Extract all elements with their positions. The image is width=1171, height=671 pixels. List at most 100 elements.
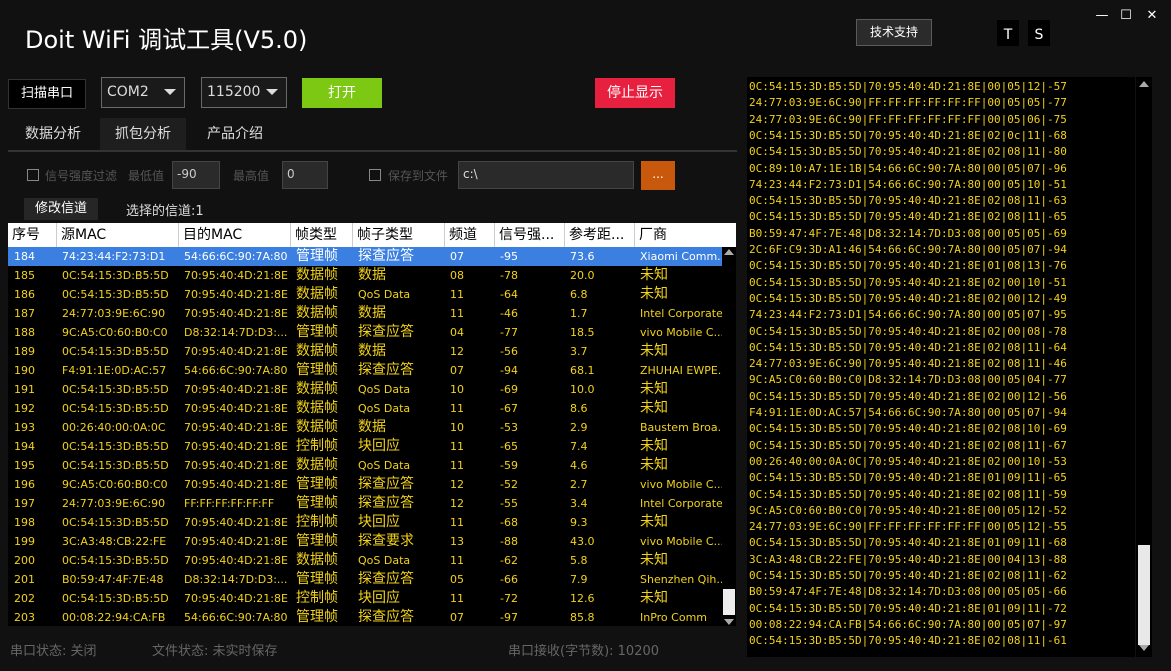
- table-row[interactable]: 194 0C:54:15:3D:B5:5D 70:95:40:4D:21:8E 控制帧…: [8, 437, 722, 456]
- s-button[interactable]: S: [1028, 20, 1050, 46]
- col-frame-type-cell: 数据帧: [296, 267, 338, 283]
- scroll-thumb[interactable]: [723, 589, 735, 615]
- col-frame-subtype-cell: 探查应答: [358, 248, 414, 264]
- scroll-down-icon[interactable]: [724, 619, 734, 625]
- col-frame-type-cell: 数据帧: [296, 343, 338, 359]
- col-channel-cell: 11: [450, 554, 464, 567]
- col-distance-cell: 5.8: [570, 554, 588, 567]
- col-index-cell: 196: [14, 478, 35, 491]
- col-rssi-cell: -46: [500, 307, 518, 320]
- table-row[interactable]: 188 9C:A5:C0:60:B0:C0 D8:32:14:7D:D3:... 管理…: [8, 323, 722, 342]
- col-index-cell: 189: [14, 345, 35, 358]
- col-src-mac-cell: 24:77:03:9E:6C:90: [62, 307, 166, 320]
- tab-product-intro[interactable]: 产品介绍: [192, 118, 278, 150]
- file-status: 文件状态: 未实时保存: [152, 644, 278, 659]
- table-row[interactable]: 191 0C:54:15:3D:B5:5D 70:95:40:4D:21:8E 数据帧…: [8, 380, 722, 399]
- raw-log-panel[interactable]: 0C:54:15:3D:B5:5D|70:95:40:4D:21:8E|00|0…: [747, 77, 1135, 657]
- table-row[interactable]: 190 F4:91:1E:0D:AC:57 54:66:6C:90:7A:80 管理帧…: [8, 361, 722, 380]
- table-row[interactable]: 201 B0:59:47:4F:7E:48 D8:32:14:7D:D3:... 管理…: [8, 570, 722, 589]
- rssi-filter-checkbox[interactable]: [27, 169, 39, 181]
- header-col-distance[interactable]: 参考距...: [564, 223, 634, 247]
- close-icon[interactable]: ✕: [1144, 8, 1160, 24]
- col-channel-cell: 11: [450, 307, 464, 320]
- table-row[interactable]: 189 0C:54:15:3D:B5:5D 70:95:40:4D:21:8E 数据帧…: [8, 342, 722, 361]
- col-frame-type-cell: 数据帧: [296, 400, 338, 416]
- header-col-frame-type[interactable]: 帧类型: [290, 223, 352, 247]
- max-value-input[interactable]: 0: [282, 161, 328, 189]
- header-col-dst-mac[interactable]: 目的MAC: [178, 223, 290, 247]
- col-src-mac-cell: 00:26:40:00:0A:0C: [62, 421, 166, 434]
- col-vendor-cell: 未知: [640, 343, 668, 359]
- table-row[interactable]: 198 0C:54:15:3D:B5:5D 70:95:40:4D:21:8E 控制帧…: [8, 513, 722, 532]
- table-row[interactable]: 203 00:08:22:94:CA:FB 54:66:6C:90:7A:80 管理帧…: [8, 608, 722, 626]
- file-path-input[interactable]: c:\: [458, 161, 634, 189]
- col-dst-mac-cell: 54:66:6C:90:7A:80: [184, 250, 288, 263]
- scroll-down-icon[interactable]: [1139, 645, 1149, 651]
- col-frame-type-cell: 数据帧: [296, 286, 338, 302]
- col-dst-mac-cell: D8:32:14:7D:D3:...: [184, 573, 288, 586]
- open-port-button[interactable]: 打开: [302, 78, 382, 108]
- table-row[interactable]: 195 0C:54:15:3D:B5:5D 70:95:40:4D:21:8E 数据帧…: [8, 456, 722, 475]
- maximize-icon[interactable]: ☐: [1118, 8, 1134, 24]
- header-col-src-mac[interactable]: 源MAC: [56, 223, 178, 247]
- header-col-frame-subtype[interactable]: 帧子类型: [352, 223, 444, 247]
- col-src-mac-cell: 3C:A3:48:CB:22:FE: [62, 535, 167, 548]
- col-frame-subtype-cell: QoS Data: [358, 459, 411, 472]
- header-col-channel[interactable]: 频道: [444, 223, 494, 247]
- col-channel-cell: 10: [450, 383, 464, 396]
- table-row[interactable]: 193 00:26:40:00:0A:0C 70:95:40:4D:21:8E 数据帧…: [8, 418, 722, 437]
- col-index-cell: 193: [14, 421, 35, 434]
- t-button[interactable]: T: [997, 20, 1019, 46]
- scroll-up-icon[interactable]: [724, 249, 734, 255]
- col-distance-cell: 6.8: [570, 288, 588, 301]
- scroll-up-icon[interactable]: [1139, 81, 1149, 87]
- col-vendor-cell: 未知: [640, 286, 668, 302]
- col-dst-mac-cell: 70:95:40:4D:21:8E: [184, 516, 288, 529]
- col-distance-cell: 43.0: [570, 535, 595, 548]
- log-line: 0C:54:15:3D:B5:5D|70:95:40:4D:21:8E|02|0…: [749, 210, 1067, 224]
- minimize-icon[interactable]: —: [1094, 8, 1110, 24]
- table-row[interactable]: 197 24:77:03:9E:6C:90 FF:FF:FF:FF:FF:FF 管理帧…: [8, 494, 722, 513]
- col-src-mac-cell: 0C:54:15:3D:B5:5D: [62, 345, 169, 358]
- scan-port-button[interactable]: 扫描串口: [8, 79, 86, 109]
- baud-rate-select[interactable]: 115200: [201, 77, 287, 108]
- col-rssi-cell: -64: [500, 288, 518, 301]
- table-row[interactable]: 192 0C:54:15:3D:B5:5D 70:95:40:4D:21:8E 数据帧…: [8, 399, 722, 418]
- save-to-file-checkbox[interactable]: [369, 169, 381, 181]
- log-line: 0C:54:15:3D:B5:5D|70:95:40:4D:21:8E|02|0…: [749, 389, 1067, 403]
- header-col-vendor[interactable]: 厂商: [634, 223, 722, 247]
- tab-packet-capture[interactable]: 抓包分析: [100, 118, 186, 150]
- tech-support-button[interactable]: 技术支持: [856, 19, 932, 46]
- table-row[interactable]: 187 24:77:03:9E:6C:90 70:95:40:4D:21:8E 数据帧…: [8, 304, 722, 323]
- col-src-mac-cell: 24:77:03:9E:6C:90: [62, 497, 166, 510]
- port-select[interactable]: COM2: [101, 77, 185, 108]
- header-col-index[interactable]: 序号: [8, 223, 56, 247]
- scroll-thumb[interactable]: [1138, 545, 1150, 645]
- browse-button[interactable]: ...: [641, 161, 675, 190]
- tab-data-analysis[interactable]: 数据分析: [10, 118, 96, 150]
- port-status: 串口状态: 关闭: [10, 644, 97, 659]
- table-row[interactable]: 184 74:23:44:F2:73:D1 54:66:6C:90:7A:80 管理帧…: [8, 247, 722, 266]
- col-index-cell: 188: [14, 326, 35, 339]
- edit-channel-button[interactable]: 修改信道: [24, 198, 98, 220]
- col-frame-type-cell: 数据帧: [296, 381, 338, 397]
- col-frame-subtype-cell: 探查要求: [358, 533, 414, 549]
- col-channel-cell: 11: [450, 440, 464, 453]
- col-vendor-cell: InPro Comm: [640, 611, 708, 624]
- table-row[interactable]: 199 3C:A3:48:CB:22:FE 70:95:40:4D:21:8E 管理帧…: [8, 532, 722, 551]
- table-row[interactable]: 202 0C:54:15:3D:B5:5D 70:95:40:4D:21:8E 控制帧…: [8, 589, 722, 608]
- table-row[interactable]: 200 0C:54:15:3D:B5:5D 70:95:40:4D:21:8E 数据帧…: [8, 551, 722, 570]
- table-row[interactable]: 186 0C:54:15:3D:B5:5D 70:95:40:4D:21:8E 数据帧…: [8, 285, 722, 304]
- header-col-rssi[interactable]: 信号强...: [494, 223, 564, 247]
- log-scrollbar[interactable]: [1136, 77, 1152, 657]
- table-scrollbar[interactable]: [722, 247, 736, 626]
- min-value-input[interactable]: -90: [172, 161, 220, 189]
- selected-channel-label: 选择的信道:1: [126, 204, 204, 219]
- table-row[interactable]: 196 9C:A5:C0:60:B0:C0 70:95:40:4D:21:8E 管理帧…: [8, 475, 722, 494]
- col-rssi-cell: -52: [500, 478, 518, 491]
- stop-display-button[interactable]: 停止显示: [595, 78, 675, 108]
- col-frame-type-cell: 控制帧: [296, 590, 338, 606]
- col-vendor-cell: Intel Corporate: [640, 307, 722, 320]
- table-row[interactable]: 185 0C:54:15:3D:B5:5D 70:95:40:4D:21:8E 数据帧…: [8, 266, 722, 285]
- col-distance-cell: 3.4: [570, 497, 588, 510]
